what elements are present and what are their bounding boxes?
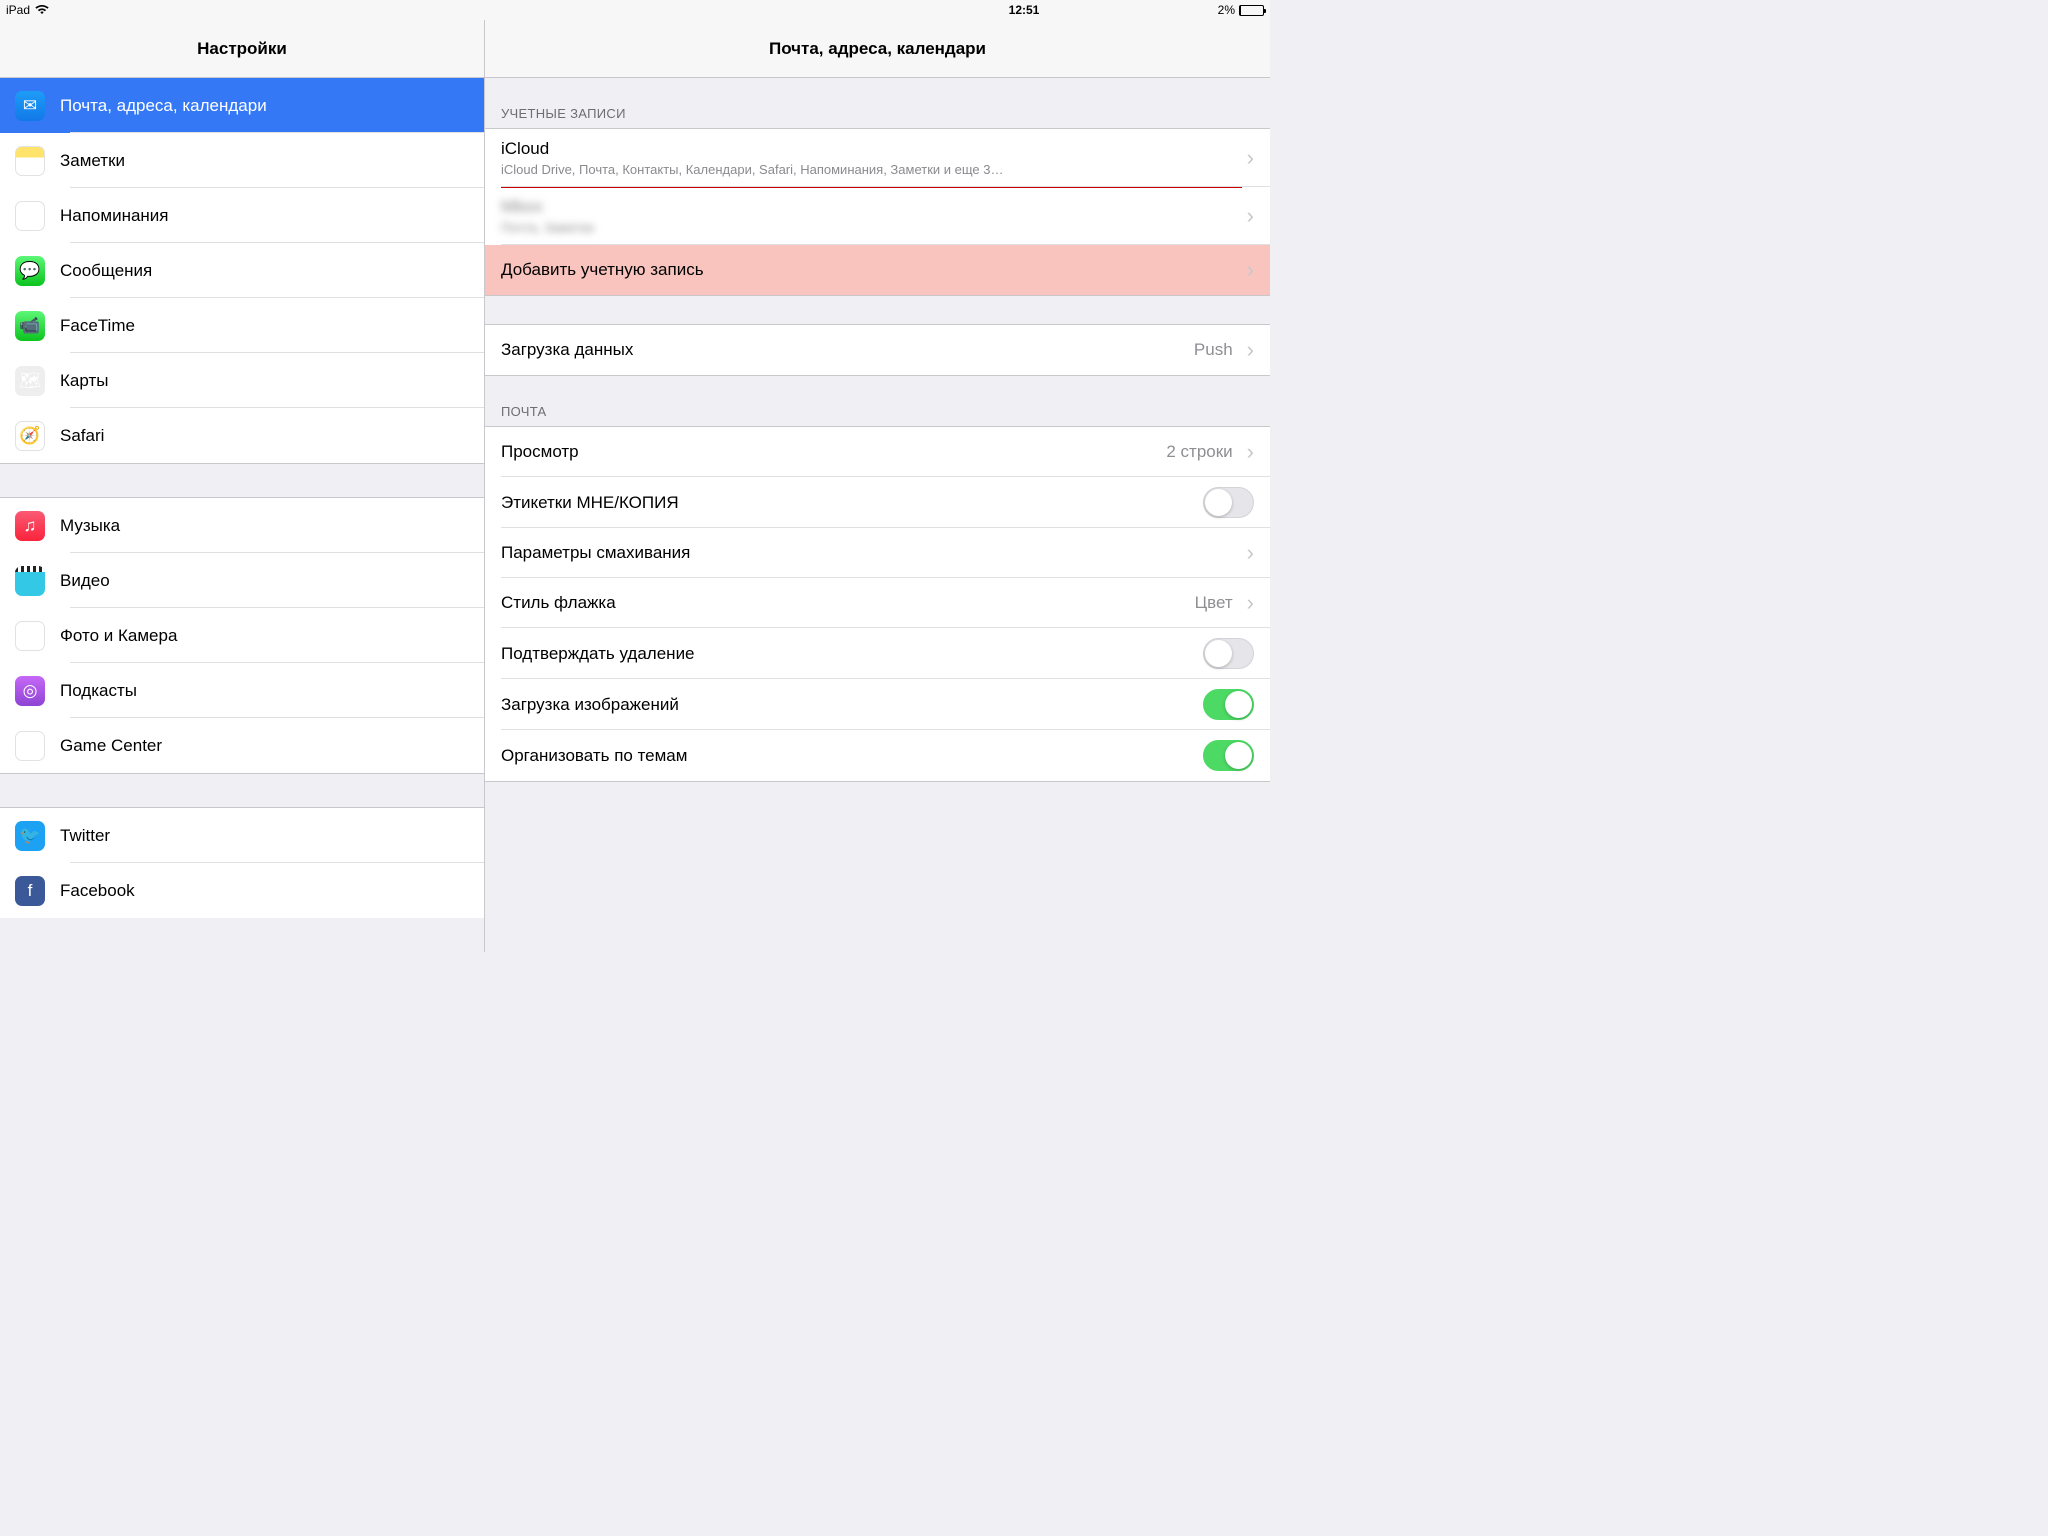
photos-icon: ❀ [15,621,45,651]
account-row-blurred[interactable]: Mbox Почта, Заметки › [485,187,1270,245]
account-subtitle: Почта, Заметки [501,220,1243,235]
chevron-right-icon: › [1247,205,1254,227]
mail-row-to-cc[interactable]: Этикетки МНЕ/КОПИЯ [485,477,1270,528]
podcasts-icon: ◎ [15,676,45,706]
sidebar-item-label: Game Center [60,736,162,756]
video-icon [15,566,45,596]
sidebar-item-label: Почта, адреса, календари [60,96,267,116]
sidebar-item-messages[interactable]: 💬 Сообщения [0,243,484,298]
wifi-icon [35,5,49,15]
chevron-right-icon: › [1247,147,1254,169]
detail-title: Почта, адреса, календари [485,20,1270,78]
add-account-label: Добавить учетную запись [501,260,1243,280]
sidebar-item-twitter[interactable]: 🐦 Twitter [0,808,484,863]
mail-row-ask-delete[interactable]: Подтверждать удаление [485,628,1270,679]
row-label: Загрузка изображений [501,695,1203,715]
sidebar-item-facetime[interactable]: 📹 FaceTime [0,298,484,353]
mail-section-header: ПОЧТА [485,376,1270,426]
sidebar-item-label: FaceTime [60,316,135,336]
detail-pane: Почта, адреса, календари УЧЕТНЫЕ ЗАПИСИ … [485,20,1270,952]
account-row-icloud[interactable]: iCloud iCloud Drive, Почта, Контакты, Кал… [485,129,1270,187]
clock: 12:51 [1009,3,1040,17]
mail-row-flag[interactable]: Стиль флажкаЦвет › [485,578,1270,628]
sidebar-item-label: Видео [60,571,110,591]
mail-row-swipe[interactable]: Параметры смахивания› [485,528,1270,578]
twitter-icon: 🐦 [15,821,45,851]
reminders-icon: ⋮ [15,201,45,231]
toggle-thread[interactable] [1203,740,1254,771]
chevron-right-icon: › [1247,339,1254,361]
facetime-icon: 📹 [15,311,45,341]
music-icon: ♫ [15,511,45,541]
sidebar-item-label: Facebook [60,881,135,901]
row-value: Цвет [1195,593,1233,613]
status-bar: iPad 12:51 2% [0,0,1270,20]
toggle-to-cc[interactable] [1203,487,1254,518]
toggle-ask-delete[interactable] [1203,638,1254,669]
battery-icon [1239,5,1264,16]
chevron-right-icon: › [1247,592,1254,614]
sidebar-item-reminders[interactable]: ⋮ Напоминания [0,188,484,243]
sidebar-item-mail[interactable]: ✉ Почта, адреса, календари [0,78,484,133]
fetch-new-data-row[interactable]: Загрузка данных Push › [485,325,1270,375]
row-label: Параметры смахивания [501,543,1243,563]
settings-sidebar: Настройки ✉ Почта, адреса, календари Замет… [0,20,485,952]
sidebar-item-label: Музыка [60,516,120,536]
add-account-row[interactable]: Добавить учетную запись› [485,245,1270,295]
row-label: Подтверждать удаление [501,644,1203,664]
sidebar-item-label: Заметки [60,151,125,171]
account-subtitle: iCloud Drive, Почта, Контакты, Календари… [501,162,1243,177]
sidebar-item-label: Twitter [60,826,110,846]
sidebar-item-maps[interactable]: 🗺 Карты [0,353,484,408]
mail-icon: ✉ [15,91,45,121]
sidebar-item-label: Карты [60,371,108,391]
row-label: Этикетки МНЕ/КОПИЯ [501,493,1203,513]
notes-icon [15,146,45,176]
sidebar-item-music[interactable]: ♫ Музыка [0,498,484,553]
sidebar-item-photos[interactable]: ❀ Фото и Камера [0,608,484,663]
row-value: 2 строки [1166,442,1232,462]
device-label: iPad [6,3,30,17]
account-title: Mbox [501,197,1243,217]
sidebar-item-safari[interactable]: 🧭 Safari [0,408,484,463]
mail-row-thread[interactable]: Организовать по темам [485,730,1270,781]
row-label: Стиль флажка [501,593,1195,613]
chevron-right-icon: › [1247,542,1254,564]
sidebar-item-label: Сообщения [60,261,152,281]
safari-icon: 🧭 [15,421,45,451]
mail-row-preview[interactable]: Просмотр2 строки › [485,427,1270,477]
sidebar-item-label: Safari [60,426,104,446]
sidebar-item-label: Фото и Камера [60,626,177,646]
toggle-load-images[interactable] [1203,689,1254,720]
chevron-right-icon: › [1247,441,1254,463]
account-title: iCloud [501,139,1243,159]
sidebar-item-video[interactable]: Видео [0,553,484,608]
mail-row-load-images[interactable]: Загрузка изображений [485,679,1270,730]
sidebar-item-podcasts[interactable]: ◎ Подкасты [0,663,484,718]
gamecenter-icon: ● [15,731,45,761]
row-label: Организовать по темам [501,746,1203,766]
facebook-icon: f [15,876,45,906]
row-label: Просмотр [501,442,1166,462]
battery-percent: 2% [1218,3,1235,17]
chevron-right-icon: › [1247,259,1254,281]
sidebar-item-facebook[interactable]: f Facebook [0,863,484,918]
maps-icon: 🗺 [15,366,45,396]
fetch-label: Загрузка данных [501,340,1194,360]
sidebar-title: Настройки [0,20,484,78]
sidebar-item-notes[interactable]: Заметки [0,133,484,188]
messages-icon: 💬 [15,256,45,286]
sidebar-item-label: Подкасты [60,681,137,701]
sidebar-item-label: Напоминания [60,206,169,226]
fetch-value: Push [1194,340,1233,360]
sidebar-item-gamecenter[interactable]: ● Game Center [0,718,484,773]
accounts-section-header: УЧЕТНЫЕ ЗАПИСИ [485,78,1270,128]
